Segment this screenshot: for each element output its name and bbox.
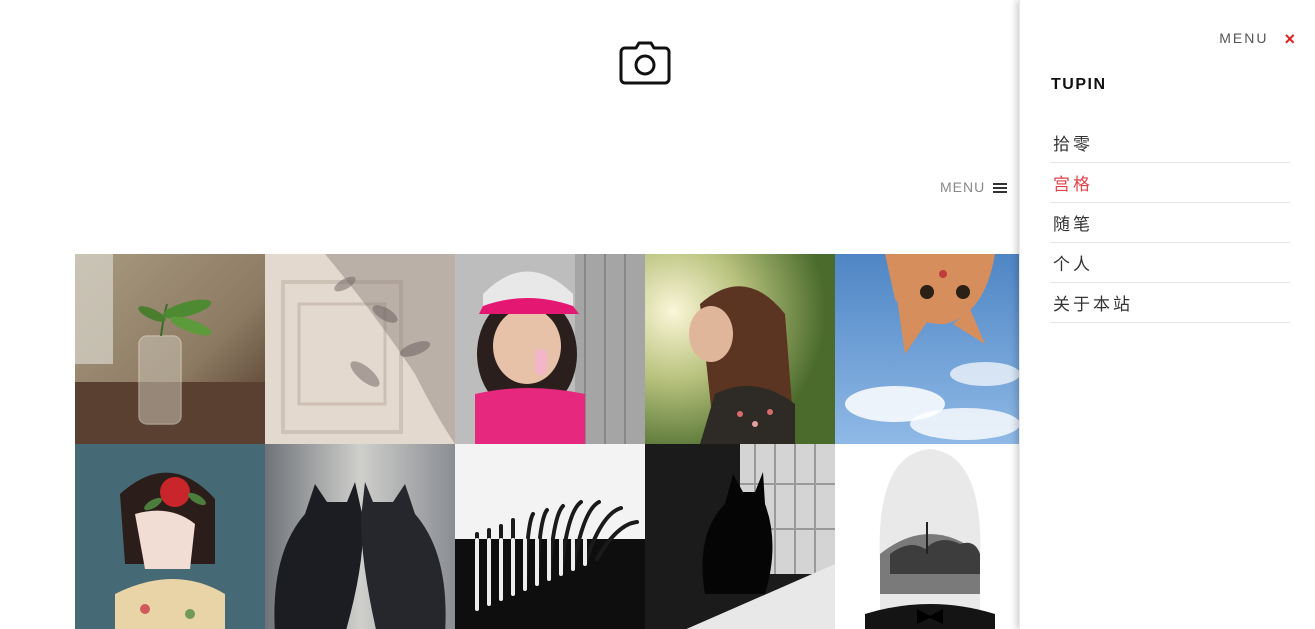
side-drawer: MENU × TUPIN 拾零 宫格 随笔 个人 关于本站 — [1019, 0, 1315, 629]
gallery-photo-plant-jar[interactable] — [75, 254, 265, 444]
gallery-photo-girl-pink-cap[interactable] — [455, 254, 645, 444]
drawer-header: MENU × — [1219, 27, 1295, 49]
nav-item-gongge[interactable]: 宫格 — [1050, 163, 1290, 203]
gallery-photo-cat-sky[interactable] — [835, 254, 1025, 444]
nav-item-geren[interactable]: 个人 — [1050, 243, 1290, 283]
gallery-photo-cat-window[interactable] — [645, 444, 835, 629]
site-title[interactable]: TUPIN — [1051, 76, 1107, 94]
camera-icon[interactable] — [619, 41, 671, 85]
close-icon[interactable]: × — [1284, 30, 1295, 48]
gallery-photo-illustrated-girl[interactable] — [75, 444, 265, 629]
nav-item-about[interactable]: 关于本站 — [1050, 283, 1290, 323]
menu-button[interactable]: MENU — [940, 177, 1008, 197]
gallery-photo-woman-sunlight[interactable] — [645, 254, 835, 444]
gallery-photo-matches[interactable] — [455, 444, 645, 629]
drawer-menu-label: MENU — [1219, 29, 1269, 46]
photo-gallery — [75, 254, 1025, 629]
hamburger-icon — [993, 182, 1008, 194]
gallery-photo-shadow-door[interactable] — [265, 254, 455, 444]
nav-item-shiling[interactable]: 拾零 — [1050, 123, 1290, 163]
page: MENU MENU × TUPIN 拾零 宫格 随笔 个人 关于本站 — [0, 0, 1315, 629]
nav-item-suibi[interactable]: 随笔 — [1050, 203, 1290, 243]
gallery-photo-double-exposure[interactable] — [835, 444, 1025, 629]
gallery-photo-two-cats[interactable] — [265, 444, 455, 629]
menu-label: MENU — [940, 179, 986, 195]
drawer-nav: 拾零 宫格 随笔 个人 关于本站 — [1050, 123, 1290, 323]
